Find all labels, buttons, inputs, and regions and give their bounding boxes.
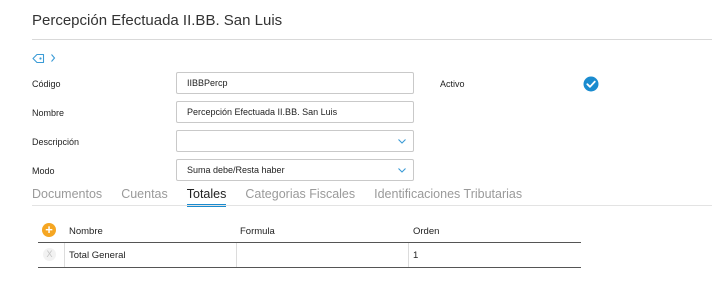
totales-table: + Nombre Formula Orden X Total General 1 bbox=[38, 220, 581, 268]
table-header: + Nombre Formula Orden bbox=[38, 220, 581, 243]
modo-label: Modo bbox=[32, 166, 55, 176]
tab-identificaciones-tributarias[interactable]: Identificaciones Tributarias bbox=[374, 187, 522, 201]
nombre-label: Nombre bbox=[32, 108, 65, 118]
chevron-down-icon[interactable] bbox=[397, 165, 407, 175]
nombre-field[interactable]: Percepción Efectuada II.BB. San Luis bbox=[176, 101, 414, 123]
column-divider bbox=[64, 243, 65, 267]
cell-orden[interactable]: 1 bbox=[413, 243, 418, 267]
activo-label: Activo bbox=[440, 79, 465, 89]
column-header-orden: Orden bbox=[413, 225, 440, 237]
chevron-right-icon[interactable] bbox=[50, 53, 56, 63]
delete-row-button[interactable]: X bbox=[43, 248, 56, 261]
codigo-field[interactable]: IIBBPercp bbox=[176, 72, 414, 94]
check-circle-icon[interactable] bbox=[583, 76, 599, 92]
column-header-nombre: Nombre bbox=[69, 225, 103, 237]
column-divider bbox=[408, 243, 409, 267]
modo-value: Suma debe/Resta haber bbox=[187, 165, 285, 175]
descripcion-select[interactable] bbox=[176, 130, 414, 152]
codigo-value: IIBBPercp bbox=[187, 78, 228, 88]
tags-row[interactable] bbox=[32, 51, 56, 65]
tabs-divider bbox=[32, 205, 712, 206]
descripcion-label: Descripción bbox=[32, 137, 80, 147]
nombre-value: Percepción Efectuada II.BB. San Luis bbox=[187, 107, 338, 117]
column-header-formula: Formula bbox=[240, 225, 275, 237]
tab-cuentas[interactable]: Cuentas bbox=[121, 187, 168, 201]
tab-documentos[interactable]: Documentos bbox=[32, 187, 102, 201]
modo-select[interactable]: Suma debe/Resta haber bbox=[176, 159, 414, 181]
tab-bar: Documentos Cuentas Totales Categorias Fi… bbox=[32, 187, 522, 207]
tab-totales[interactable]: Totales bbox=[186, 187, 226, 207]
codigo-label: Código bbox=[32, 79, 61, 89]
page-title: Percepción Efectuada II.BB. San Luis bbox=[32, 12, 283, 29]
add-row-button[interactable]: + bbox=[42, 223, 56, 237]
title-divider bbox=[32, 39, 712, 40]
column-divider bbox=[236, 243, 237, 267]
chevron-down-icon[interactable] bbox=[397, 136, 407, 146]
tab-categorias-fiscales[interactable]: Categorias Fiscales bbox=[245, 187, 355, 201]
tag-icon[interactable] bbox=[32, 53, 45, 64]
table-row[interactable]: X Total General 1 bbox=[38, 243, 581, 268]
cell-nombre[interactable]: Total General bbox=[69, 243, 126, 267]
